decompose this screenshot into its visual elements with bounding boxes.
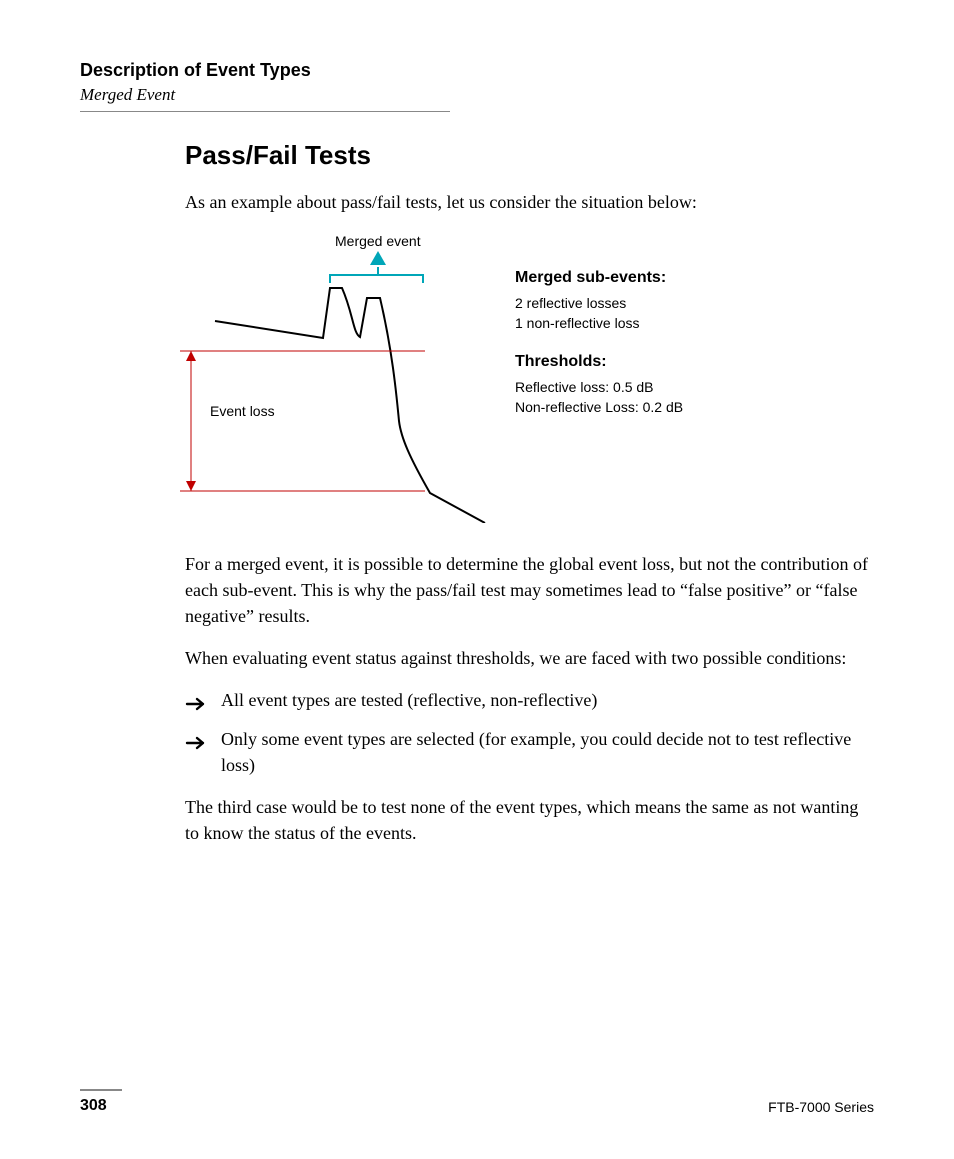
page-footer: 308 FTB-7000 Series <box>80 1089 874 1115</box>
thresholds-line-1: Reflective loss: 0.5 dB <box>515 379 683 395</box>
section-title: Description of Event Types <box>80 60 874 81</box>
merged-event-diagram: Merged event Event loss <box>135 233 495 523</box>
list-item: Only some event types are selected (for … <box>185 726 874 778</box>
page-number: 308 <box>80 1097 107 1114</box>
merged-event-label: Merged event <box>335 233 421 249</box>
diagram-svg <box>135 233 495 523</box>
list-item: All event types are tested (reflective, … <box>185 687 874 713</box>
series-label: FTB-7000 Series <box>768 1099 874 1115</box>
thresholds-line-2: Non-reflective Loss: 0.2 dB <box>515 399 683 415</box>
page-title: Pass/Fail Tests <box>185 140 874 171</box>
header-divider <box>80 111 450 112</box>
arrow-bullet-icon <box>185 731 209 757</box>
section-subtitle: Merged Event <box>80 85 874 105</box>
figure-side-info: Merged sub-events: 2 reflective losses 1… <box>515 233 683 523</box>
thresholds-heading: Thresholds: <box>515 353 683 371</box>
arrow-bullet-icon <box>185 692 209 718</box>
intro-paragraph: As an example about pass/fail tests, let… <box>185 189 874 215</box>
paragraph-3: The third case would be to test none of … <box>185 794 874 846</box>
list-item-text: Only some event types are selected (for … <box>221 729 851 775</box>
paragraph-2: When evaluating event status against thr… <box>185 645 874 671</box>
footer-divider <box>80 1089 122 1091</box>
paragraph-1: For a merged event, it is possible to de… <box>185 551 874 629</box>
subevents-line-2: 1 non-reflective loss <box>515 315 683 331</box>
bullet-list: All event types are tested (reflective, … <box>185 687 874 777</box>
figure-row: Merged event Event loss <box>135 233 874 523</box>
list-item-text: All event types are tested (reflective, … <box>221 690 597 710</box>
document-page: Description of Event Types Merged Event … <box>0 0 954 1159</box>
subevents-heading: Merged sub-events: <box>515 269 683 287</box>
subevents-line-1: 2 reflective losses <box>515 295 683 311</box>
event-loss-label: Event loss <box>210 403 275 419</box>
